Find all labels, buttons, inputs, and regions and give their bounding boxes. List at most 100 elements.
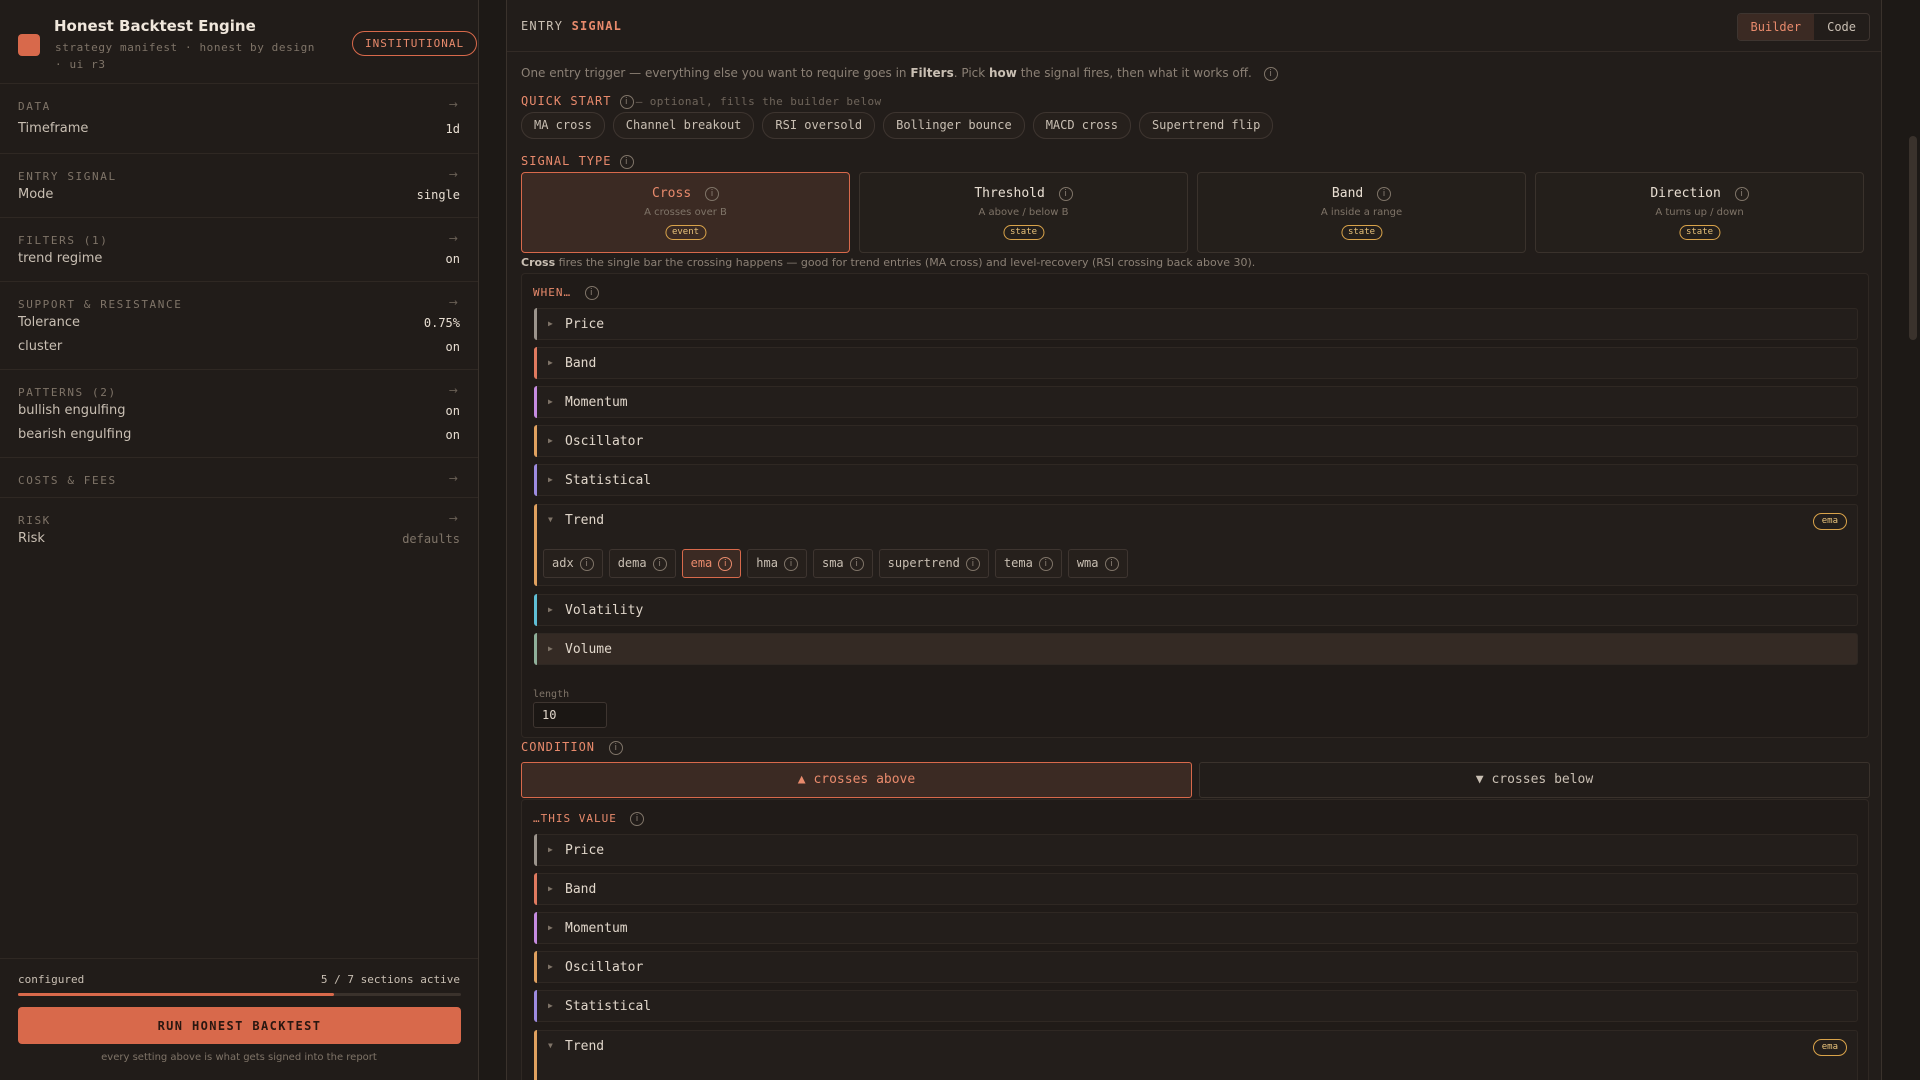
category-color-bar [534, 990, 537, 1022]
caret-right-icon: ▶ [548, 845, 553, 854]
sidebar-section-support-resistance[interactable]: SUPPORT & RESISTANCE → Tolerance 0.75% c… [0, 282, 478, 370]
length-input[interactable]: 10 [533, 702, 607, 728]
tab-code[interactable]: Code [1814, 14, 1869, 40]
info-icon[interactable]: i [965, 556, 980, 571]
institutional-badge: INSTITUTIONAL [352, 31, 478, 56]
info-icon[interactable]: i [718, 556, 733, 571]
sidebar-section-costs-fees[interactable]: COSTS & FEES → [0, 458, 478, 498]
signal-type-cross[interactable]: Cross i A crosses over B event [521, 172, 850, 253]
row-label: Risk [18, 531, 45, 546]
row-value: on [445, 252, 460, 266]
indicator-supertrend[interactable]: supertrend i [878, 549, 989, 578]
info-icon[interactable]: i [849, 556, 864, 571]
section-heading: COSTS & FEES [18, 474, 117, 487]
quick-start-hint: — optional, fills the builder below [635, 95, 882, 108]
category-band[interactable]: ▶ Band [534, 347, 1858, 379]
signal-type-tag: state [1340, 225, 1383, 240]
category-momentum[interactable]: ▶ Momentum [534, 386, 1858, 418]
signal-type-threshold[interactable]: Threshold i A above / below B state [859, 172, 1188, 253]
info-icon[interactable]: i [652, 556, 667, 571]
category-name: Band [565, 356, 597, 371]
category-color-bar [534, 594, 537, 626]
crosses-below-button[interactable]: ▼ crosses below [1199, 762, 1870, 798]
category-color-bar [534, 633, 537, 665]
sidebar-section-risk[interactable]: RISK → Risk defaults [0, 498, 478, 562]
row-label: bearish engulfing [18, 427, 132, 442]
category-color-bar [534, 386, 537, 418]
panel-title-prefix: ENTRY [521, 19, 564, 33]
run-backtest-button[interactable]: RUN HONEST BACKTEST [18, 1007, 461, 1044]
category-volatility[interactable]: ▶ Volatility [534, 594, 1858, 626]
indicator-tema[interactable]: tema i [994, 549, 1062, 578]
indicator-label: wma [1076, 556, 1099, 570]
category-band[interactable]: ▶ Band [534, 873, 1858, 905]
info-icon[interactable]: i [1734, 186, 1749, 201]
indicator-hma[interactable]: hma i [747, 549, 807, 578]
preset-rsi-oversold[interactable]: RSI oversold [762, 112, 876, 139]
intro-part: the signal fires, then what it works off… [1016, 66, 1252, 80]
crosses-above-button[interactable]: ▲ crosses above [521, 762, 1192, 798]
row-value: on [445, 340, 460, 354]
info-icon[interactable]: i [1104, 556, 1119, 571]
info-icon[interactable]: i [630, 812, 645, 826]
preset-channel-breakout[interactable]: Channel breakout [612, 112, 755, 139]
sidebar-section-data[interactable]: DATA → Timeframe 1d [0, 84, 478, 154]
scrollbar-thumb[interactable] [1909, 136, 1917, 340]
sidebar-section-patterns[interactable]: PATTERNS (2) → bullish engulfing on bear… [0, 370, 478, 458]
category-momentum[interactable]: ▶ Momentum [534, 912, 1858, 944]
tab-builder[interactable]: Builder [1737, 14, 1815, 40]
info-icon[interactable]: i [579, 556, 594, 571]
category-statistical[interactable]: ▶ Statistical [534, 464, 1858, 496]
sidebar-section-filters[interactable]: FILTERS (1) → trend regime on [0, 218, 478, 282]
when-title: WHEN… [533, 286, 572, 299]
info-icon[interactable]: i [1038, 556, 1053, 571]
indicator-sma[interactable]: sma i [812, 549, 873, 578]
config-progress-fill [18, 993, 335, 996]
page-scrollbar[interactable] [1906, 0, 1920, 1080]
signal-type-name: Direction [1650, 186, 1721, 201]
info-icon[interactable]: i [584, 286, 599, 300]
info-icon[interactable]: i [619, 94, 634, 109]
view-toggle: Builder Code [1736, 13, 1870, 41]
row-label: cluster [18, 339, 63, 354]
caret-right-icon: ▶ [548, 605, 553, 614]
condition-title: CONDITION [521, 740, 596, 754]
info-icon[interactable]: i [783, 556, 798, 571]
when-builder: WHEN… i ▶ Price ▶ Band ▶ Momentum ▶ Osci… [521, 273, 1869, 738]
preset-ma-cross[interactable]: MA cross [521, 112, 605, 139]
category-color-bar [534, 425, 537, 457]
category-color-bar [534, 347, 537, 379]
info-icon[interactable]: i [609, 740, 624, 755]
category-price[interactable]: ▶ Price [534, 834, 1858, 866]
condition-buttons: ▲ crosses above ▼ crosses below [521, 762, 1870, 798]
signal-type-band[interactable]: Band i A inside a range state [1197, 172, 1526, 253]
category-oscillator[interactable]: ▶ Oscillator [534, 951, 1858, 983]
sidebar-section-entry-signal[interactable]: ENTRY SIGNAL → Mode single [0, 154, 478, 218]
category-price[interactable]: ▶ Price [534, 308, 1858, 340]
section-heading: DATA [18, 100, 51, 113]
indicator-label: dema [617, 556, 647, 570]
category-oscillator[interactable]: ▶ Oscillator [534, 425, 1858, 457]
indicator-dema[interactable]: dema i [608, 549, 676, 578]
info-icon[interactable]: i [619, 154, 634, 169]
signal-type-tag: state [1678, 225, 1721, 240]
preset-supertrend-flip[interactable]: Supertrend flip [1138, 112, 1274, 139]
indicator-wma[interactable]: wma i [1067, 549, 1128, 578]
signal-type-direction[interactable]: Direction i A turns up / down state [1535, 172, 1864, 253]
info-icon[interactable]: i [1377, 186, 1392, 201]
indicator-ema[interactable]: ema i [681, 549, 742, 578]
category-trend[interactable]: ▼ Trend ema [534, 1030, 1858, 1080]
preset-macd-cross[interactable]: MACD cross [1032, 112, 1131, 139]
category-volume[interactable]: ▶ Volume [534, 633, 1858, 665]
indicator-adx[interactable]: adx i [543, 549, 603, 578]
preset-bollinger-bounce[interactable]: Bollinger bounce [883, 112, 1025, 139]
info-icon[interactable]: i [1263, 66, 1278, 81]
section-heading: SUPPORT & RESISTANCE [18, 298, 183, 311]
info-icon[interactable]: i [704, 186, 719, 201]
signal-type-desc: A above / below B [978, 207, 1069, 218]
category-statistical[interactable]: ▶ Statistical [534, 990, 1858, 1022]
category-trend[interactable]: ▼ Trend ema adx i dema i ema i hma i sma i su… [534, 504, 1858, 586]
signal-type-name: Cross [652, 186, 692, 201]
condition-label: CONDITION i [521, 740, 624, 755]
info-icon[interactable]: i [1058, 186, 1073, 201]
